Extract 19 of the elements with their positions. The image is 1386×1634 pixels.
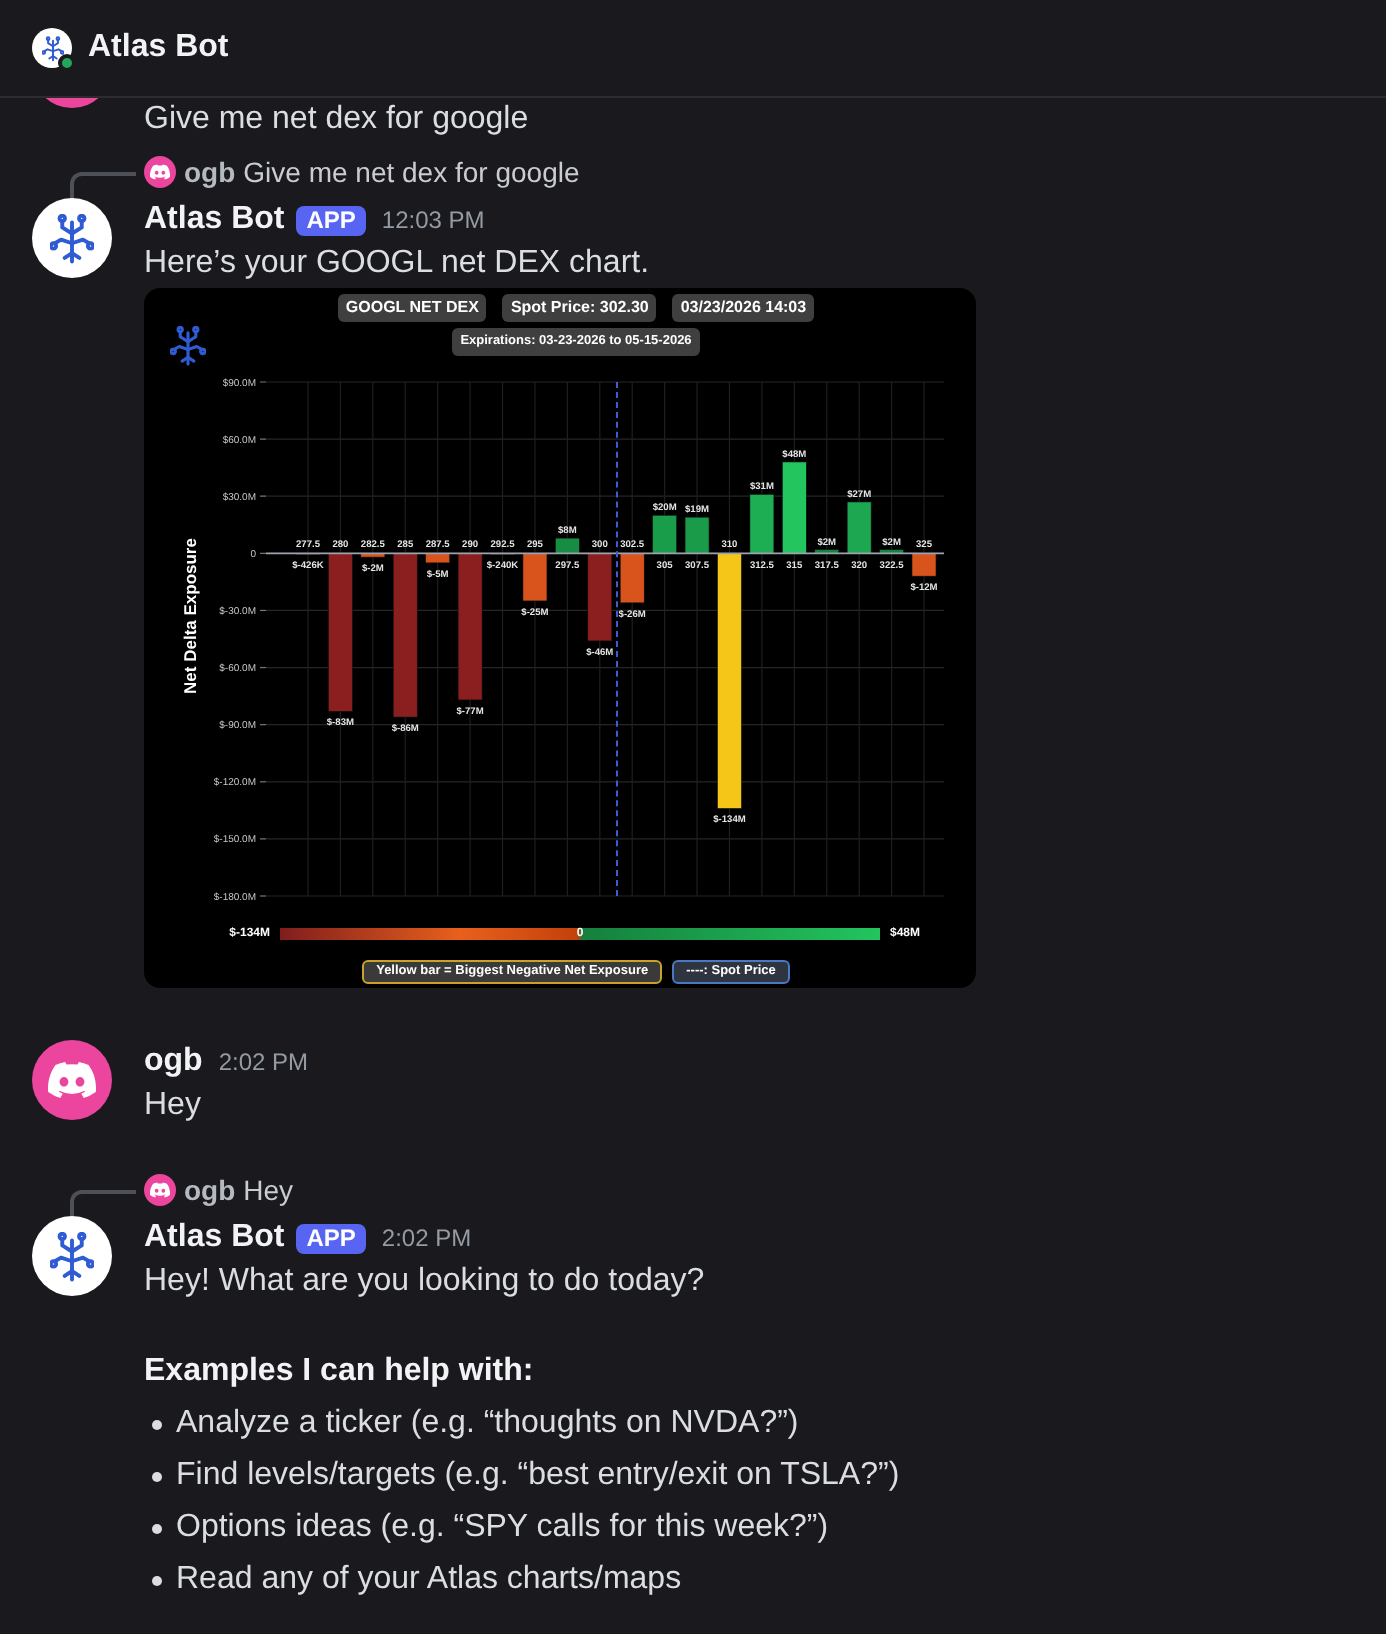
app-badge: APP bbox=[296, 205, 366, 235]
app-badge: APP bbox=[296, 1223, 366, 1253]
list-item-text: Analyze a ticker (e.g. “thoughts on NVDA?”) bbox=[176, 1404, 799, 1444]
list-item-text: Read any of your Atlas charts/maps bbox=[176, 1560, 682, 1600]
message-time: 12:03 PM bbox=[381, 204, 485, 238]
list-heading: Examples I can help with: bbox=[144, 1352, 536, 1392]
header-title: Atlas Bot bbox=[88, 28, 229, 68]
message-text: Here’s your GOOGL net DEX chart. bbox=[144, 244, 652, 284]
list-item-text: Find levels/targets (e.g. “best entry/exit on TSLA?”) bbox=[176, 1456, 900, 1496]
chart-title-pill: Spot Price: 302.30 bbox=[502, 294, 657, 322]
message-text: Give me net dex for google bbox=[144, 100, 529, 140]
message-text: Hey! What are you looking to do today? bbox=[144, 1262, 707, 1302]
message-time: 2:02 PM bbox=[218, 1046, 309, 1080]
message-time: 2:02 PM bbox=[381, 1222, 472, 1256]
chart-title-pill: 03/23/2026 14:03 bbox=[672, 294, 815, 322]
message-text: Hey bbox=[144, 1086, 203, 1126]
y-axis-title: Net Delta Exposure bbox=[180, 538, 200, 694]
list-item-text: Options ideas (e.g. “SPY calls for this week?”) bbox=[176, 1508, 829, 1548]
chart-title-pill: GOOGL NET DEX bbox=[337, 294, 487, 322]
